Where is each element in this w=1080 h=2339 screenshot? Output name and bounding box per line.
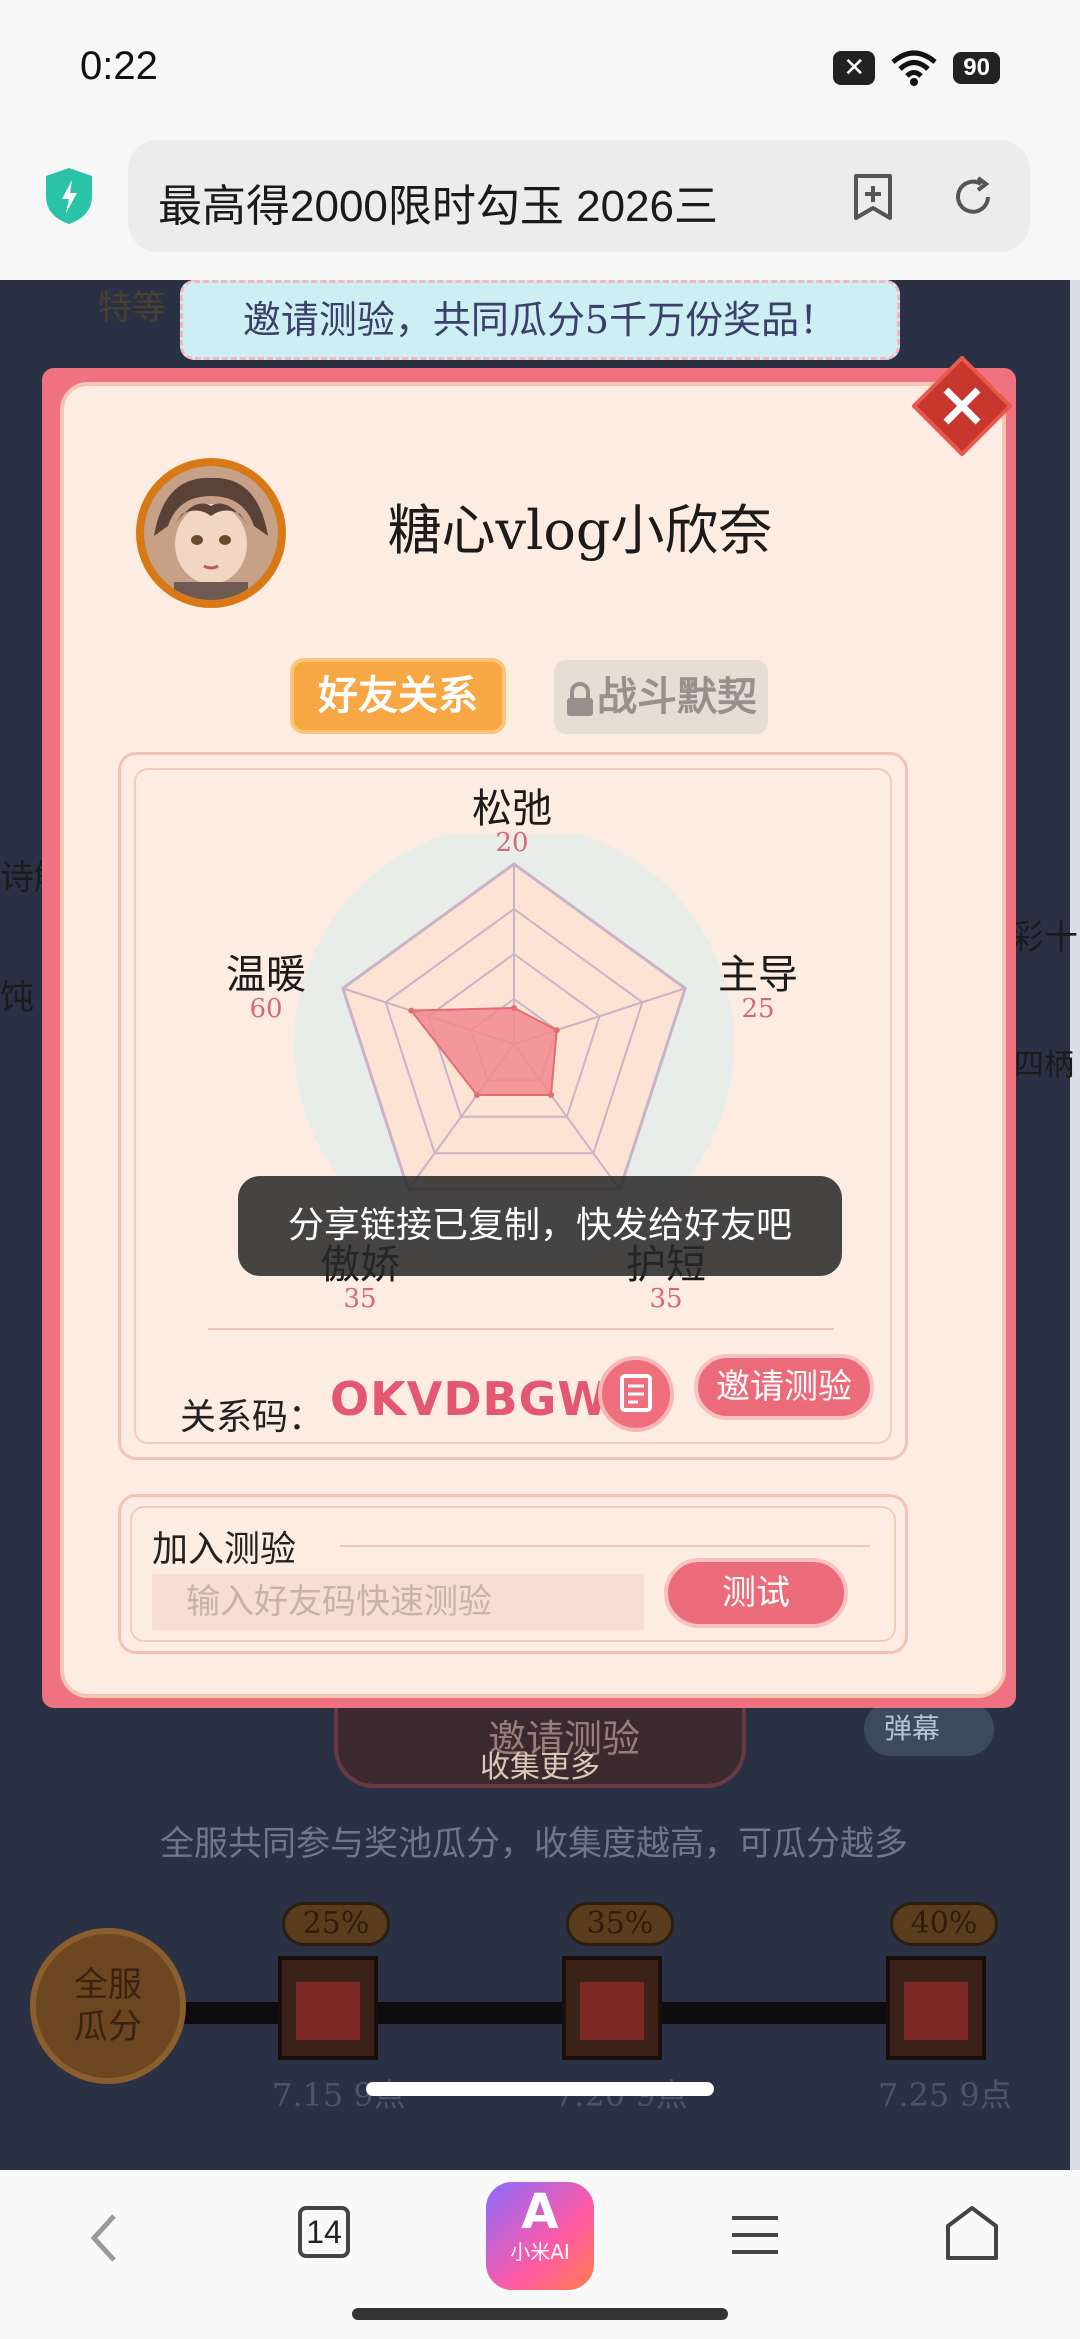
copy-button[interactable] (598, 1356, 674, 1432)
lock-icon (567, 682, 593, 716)
status-icons: ✕ 90 (833, 50, 1000, 86)
page-scrollbar[interactable] (1070, 280, 1080, 2170)
ai-label: 小米AI (510, 2240, 570, 2264)
bg-side-text: 四柄 (1014, 1048, 1074, 1083)
ai-logo-icon: A (521, 2184, 559, 2240)
status-time: 0:22 (80, 44, 158, 88)
axis-value-tsundere: 35 (343, 1284, 377, 1314)
join-test-title: 加入测验 (152, 1529, 297, 1570)
axis-value-protective: 35 (649, 1284, 683, 1314)
radar-data-point (473, 1091, 480, 1098)
bg-side-text: 彩十 (1010, 918, 1078, 958)
home-icon[interactable] (944, 2204, 1000, 2264)
copy-icon (620, 1374, 652, 1412)
page-home-indicator (366, 2082, 714, 2096)
test-button[interactable]: 测试 (664, 1558, 848, 1628)
radar-data-point (548, 1091, 555, 1098)
close-icon[interactable] (912, 356, 1012, 456)
avatar (136, 458, 286, 608)
bg-side-text: 饨 (0, 978, 34, 1018)
bg-corner-text: 特等 (98, 288, 166, 328)
axis-value-relaxed: 20 (495, 828, 529, 858)
bg-invite-sub: 收集更多 (480, 1750, 600, 1785)
address-bar[interactable]: 最高得2000限时勾玉 2026三 (128, 140, 1030, 252)
friend-code-input[interactable] (152, 1574, 644, 1630)
axis-value-dominant: 25 (741, 994, 775, 1024)
battery-indicator: 90 (953, 52, 1000, 84)
invite-banner: 邀请测验，共同瓜分5千万份奖品！ (180, 280, 900, 360)
xiaomi-ai-button[interactable]: A 小米AI (486, 2182, 594, 2290)
add-bookmark-icon[interactable] (848, 172, 898, 222)
invite-test-button[interactable]: 邀请测验 (694, 1354, 874, 1420)
status-bar: 0:22 ✕ 90 (0, 0, 1080, 130)
divider (340, 1545, 870, 1547)
milestone-percent: 35% (566, 1902, 674, 1946)
refresh-icon[interactable] (948, 172, 998, 222)
pool-share-badge: 全服 瓜分 (30, 1928, 186, 2084)
milestone-percent: 25% (282, 1902, 390, 1946)
axis-label-dominant: 主导 (718, 952, 798, 998)
relationship-code-value: OKVDBGWY (330, 1372, 644, 1426)
relationship-code-label: 关系码： (180, 1397, 325, 1438)
radar-data-point (511, 1005, 517, 1011)
gift-box-icon[interactable] (562, 1956, 662, 2060)
page-title[interactable]: 最高得2000限时勾玉 2026三 (158, 170, 798, 234)
divider (208, 1328, 834, 1330)
pool-description: 全服共同参与奖池瓜分，收集度越高，可瓜分越多 (160, 1824, 908, 1864)
danmu-toggle[interactable]: 弹幕 (864, 1702, 994, 1756)
security-shield-icon[interactable] (42, 166, 96, 226)
milestone-percent: 40% (890, 1902, 998, 1946)
tab-battle-label: 战斗默契 (597, 673, 757, 720)
tab-friend-relationship[interactable]: 好友关系 (290, 658, 506, 734)
milestone-date: 7.25 9点 (878, 2076, 1012, 2114)
axis-label-relaxed: 松弛 (472, 786, 552, 832)
gift-box-icon[interactable] (278, 1956, 378, 2060)
notification-off-icon: ✕ (833, 51, 876, 85)
menu-icon[interactable] (730, 2208, 780, 2262)
radar-data-point (553, 1027, 560, 1034)
back-icon[interactable] (84, 2208, 124, 2268)
axis-value-warm: 60 (249, 994, 283, 1024)
radar-data-point (408, 1007, 415, 1014)
gift-box-icon[interactable] (886, 1956, 986, 2060)
toast-message: 分享链接已复制，快发给好友吧 (238, 1176, 842, 1276)
axis-label-warm: 温暖 (226, 952, 306, 998)
wifi-icon (891, 50, 937, 86)
browser-toolbar: 最高得2000限时勾玉 2026三 (0, 130, 1080, 280)
gesture-bar (352, 2308, 728, 2320)
username: 糖心vlog小欣奈 (387, 499, 773, 562)
tab-battle-sync[interactable]: 战斗默契 (554, 660, 768, 734)
tabs-count-button[interactable]: 14 (298, 2206, 350, 2258)
